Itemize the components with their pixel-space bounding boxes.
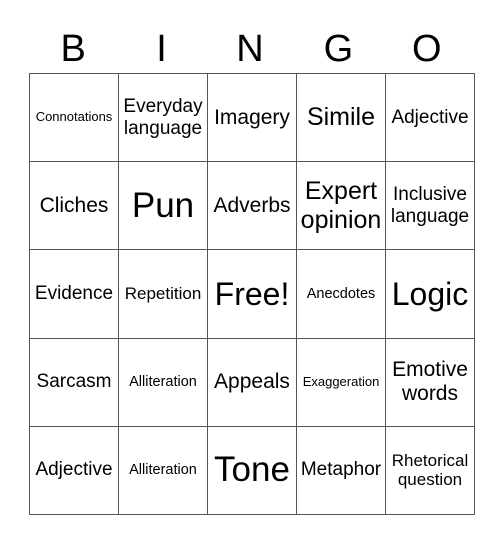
grid-row: Evidence Repetition Free! Anecdotes Logi… <box>29 249 475 339</box>
cell-text: Sarcasm <box>36 371 112 393</box>
bingo-cell[interactable]: Adjective <box>29 425 119 516</box>
cell-text: Connotations <box>35 109 113 125</box>
bingo-cell[interactable]: Connotations <box>29 72 119 163</box>
bingo-cell[interactable]: Everyday language <box>118 72 208 163</box>
free-space-cell[interactable]: Free! <box>207 249 297 339</box>
bingo-cell[interactable]: Metaphor <box>296 425 386 516</box>
cell-text: Alliteration <box>129 462 197 479</box>
bingo-cell[interactable]: Emotive words <box>385 337 475 427</box>
cell-text: Exaggeration <box>302 373 380 389</box>
cell-text: Pun <box>131 185 195 225</box>
bingo-cell[interactable]: Sarcasm <box>29 337 119 427</box>
cell-text: Expert opinion <box>300 177 382 234</box>
cell-text: Evidence <box>34 283 114 305</box>
bingo-cell[interactable]: Cliches <box>29 161 119 251</box>
cell-text: Everyday language <box>123 95 203 139</box>
bingo-cell[interactable]: Evidence <box>29 249 119 339</box>
cell-text: Tone <box>214 450 290 490</box>
cell-text: Simile <box>306 103 376 132</box>
bingo-cell[interactable]: Logic <box>385 249 475 339</box>
bingo-cell[interactable]: Adverbs <box>207 161 297 251</box>
bingo-cell[interactable]: Anecdotes <box>296 249 386 339</box>
grid-row: Cliches Pun Adverbs Expert opinion Inclu… <box>29 161 475 251</box>
bingo-cell[interactable]: Pun <box>118 161 208 251</box>
bingo-cell[interactable]: Appeals <box>207 337 297 427</box>
grid-row: Connotations Everyday language Imagery S… <box>29 72 475 163</box>
cell-text: Cliches <box>39 193 109 217</box>
header-letter-g: G <box>323 28 354 70</box>
cell-text: Logic <box>391 275 469 312</box>
bingo-cell[interactable]: Rhetorical question <box>385 425 475 516</box>
cell-text: Adjective <box>35 459 113 481</box>
grid-row: Adjective Alliteration Tone Metaphor Rhe… <box>29 425 475 516</box>
cell-text: Adjective <box>391 106 469 128</box>
bingo-cell[interactable]: Inclusive language <box>385 161 475 251</box>
header-letter-b: B <box>60 28 86 70</box>
bingo-cell[interactable]: Expert opinion <box>296 161 386 251</box>
cell-text: Adverbs <box>213 193 291 217</box>
cell-text: Metaphor <box>300 459 382 481</box>
cell-text: Inclusive language <box>390 183 470 227</box>
cell-text: Free! <box>214 275 290 312</box>
cell-text: Emotive words <box>392 358 468 406</box>
bingo-grid: Connotations Everyday language Imagery S… <box>29 72 475 516</box>
bingo-cell[interactable]: Adjective <box>385 72 475 163</box>
cell-text: Anecdotes <box>306 285 376 302</box>
bingo-cell[interactable]: Repetition <box>118 249 208 339</box>
bingo-cell[interactable]: Simile <box>296 72 386 163</box>
bingo-cell[interactable]: Alliteration <box>118 425 208 516</box>
bingo-cell[interactable]: Imagery <box>207 72 297 163</box>
header-letter-i: I <box>156 28 167 70</box>
header-letter-o: O <box>411 28 442 70</box>
bingo-cell[interactable]: Tone <box>207 425 297 516</box>
cell-text: Imagery <box>214 105 290 129</box>
cell-text: Appeals <box>214 370 290 394</box>
cell-text: Repetition <box>124 284 202 304</box>
bingo-header: B I N G O <box>29 26 471 72</box>
cell-text: Rhetorical question <box>391 450 469 490</box>
cell-text: Alliteration <box>129 373 197 390</box>
bingo-cell[interactable]: Exaggeration <box>296 337 386 427</box>
header-letter-n: N <box>236 28 264 70</box>
grid-row: Sarcasm Alliteration Appeals Exaggeratio… <box>29 337 475 427</box>
bingo-cell[interactable]: Alliteration <box>118 337 208 427</box>
